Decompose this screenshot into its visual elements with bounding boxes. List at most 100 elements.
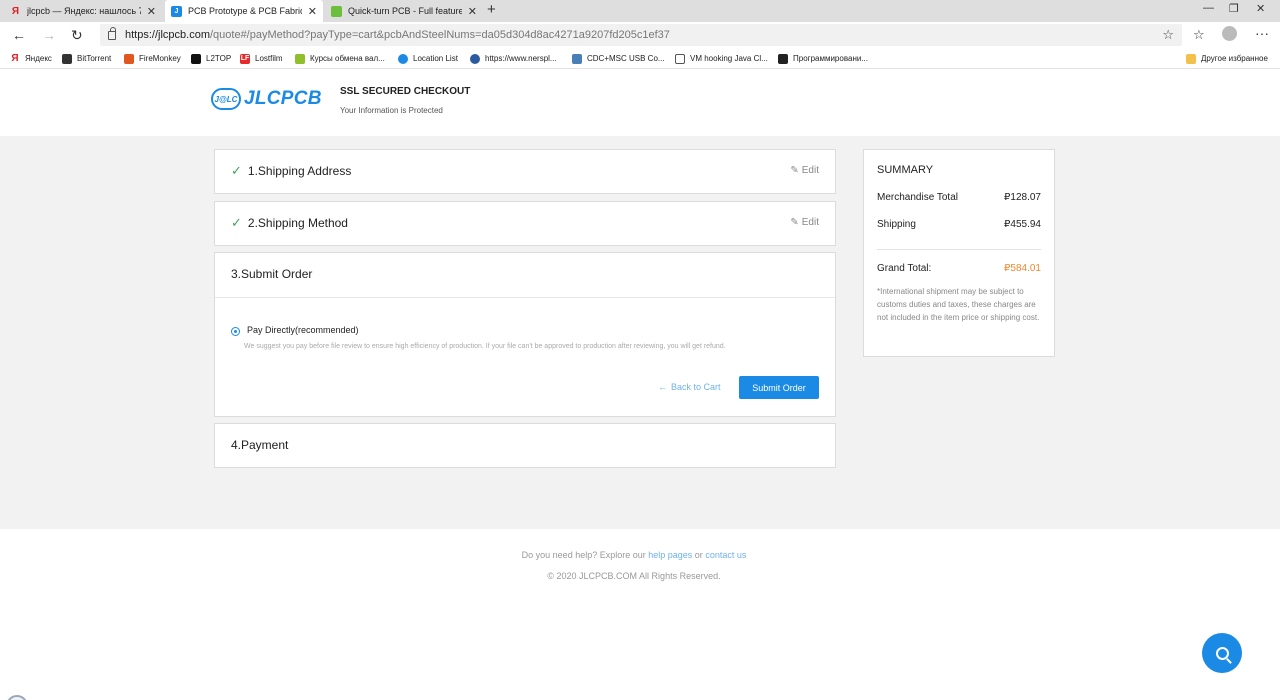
bookmark-label: L2TOP (206, 54, 232, 63)
avatar[interactable] (6, 695, 28, 700)
help-search-button[interactable] (1202, 633, 1242, 673)
folder-icon (1186, 53, 1196, 64)
tab-jlcpcb[interactable]: J PCB Prototype & PCB Fabrication ✕ (165, 0, 323, 22)
step-payment: 4.Payment (214, 423, 836, 468)
restore-icon[interactable]: ❐ (1229, 2, 1239, 15)
bookmark-nerspl[interactable]: https://www.nerspl... (470, 52, 557, 65)
bookmark-label: Другое избранное (1201, 54, 1268, 63)
merchandise-total-label: Merchandise Total (877, 192, 958, 203)
logo-mark: J@LC (211, 88, 241, 110)
tab-title: PCB Prototype & PCB Fabrication (188, 6, 302, 16)
refresh-icon[interactable]: ↻ (71, 27, 83, 44)
favorites-icon[interactable]: ☆ (1193, 27, 1205, 43)
bookmark-firemonkey[interactable]: FireMonkey (124, 52, 181, 65)
copyright: © 2020 JLCPCB.COM All Rights Reserved. (547, 571, 721, 581)
pencil-icon: ✎ (790, 217, 799, 228)
summary-divider (877, 249, 1041, 250)
l2top-icon (191, 53, 201, 64)
new-tab-icon[interactable]: + (487, 1, 496, 18)
bookmark-yandex[interactable]: Я Яндекс (10, 52, 52, 65)
profile-avatar-icon[interactable] (1222, 26, 1237, 41)
grand-total-value: ₽584.01 (1004, 263, 1041, 274)
tab-quick-turn-pcb[interactable]: Quick-turn PCB - Full feature cu ✕ (325, 0, 483, 22)
bittorrent-icon (62, 53, 72, 64)
more-menu-icon[interactable]: ··· (1255, 25, 1269, 41)
back-to-cart-label: Back to Cart (671, 382, 721, 392)
bookmark-vm-hooking[interactable]: VM hooking Java Cl... (675, 52, 768, 65)
help-or: or (692, 550, 706, 560)
step-header: 3.Submit Order (231, 253, 312, 295)
help-text: Do you need help? Explore our help pages… (0, 550, 1268, 560)
merchandise-total-value: ₽128.07 (1004, 192, 1041, 203)
lock-icon (108, 26, 116, 40)
site-footer: Do you need help? Explore our help pages… (0, 529, 1280, 700)
url-host: https://jlcpcb.com (125, 29, 210, 41)
help-pages-link[interactable]: help pages (648, 550, 692, 560)
close-icon[interactable]: ✕ (468, 5, 477, 18)
edit-shipping-address-button[interactable]: ✎ Edit (790, 165, 819, 176)
bookmark-programming[interactable]: Программировани... (778, 52, 868, 65)
checkmark-icon: ✓ (231, 163, 242, 178)
bookmark-label: CDC+MSC USB Co... (587, 54, 665, 63)
pay-directly-label[interactable]: Pay Directly(recommended) (247, 325, 359, 335)
ssl-title: SSL SECURED CHECKOUT (340, 86, 471, 97)
window-close-icon[interactable]: ✕ (1256, 2, 1265, 15)
grand-total-row: Grand Total: ₽584.01 (877, 263, 1041, 274)
shipping-label: Shipping (877, 219, 916, 230)
help-prefix: Do you need help? Explore our (521, 550, 649, 560)
bookmark-usb[interactable]: CDC+MSC USB Co... (572, 52, 665, 65)
summary-title: SUMMARY (877, 164, 934, 176)
step-title: 1.Shipping Address (247, 164, 352, 178)
order-summary: SUMMARY Merchandise Total ₽128.07 Shippi… (863, 149, 1055, 357)
ssl-subtitle: Your Information is Protected (340, 106, 443, 115)
close-icon[interactable]: ✕ (147, 5, 156, 18)
yandex-icon: Я (11, 5, 20, 17)
shipping-value: ₽455.94 (1004, 219, 1041, 230)
jlcpcb-logo[interactable]: J@LC JLCPCB (211, 88, 322, 110)
page-icon (675, 53, 685, 64)
submit-order-button[interactable]: Submit Order (739, 376, 819, 399)
bookmark-l2top[interactable]: L2TOP (191, 52, 231, 65)
prog-icon (778, 53, 788, 64)
firemonkey-icon (124, 53, 134, 64)
star-icon[interactable]: ☆ (1162, 27, 1174, 43)
step-header: 4.Payment (231, 424, 288, 466)
url-field[interactable]: https://jlcpcb.com/quote#/payMethod?payT… (100, 24, 1182, 46)
divider (215, 297, 835, 298)
logo-text: JLCPCB (244, 88, 322, 109)
edit-shipping-method-button[interactable]: ✎ Edit (790, 217, 819, 228)
browser-tab-bar: Я jlcpcb — Яндекс: нашлось 7 тыс ✕ J PCB… (0, 0, 1280, 22)
bookmark-label: https://www.nerspl... (485, 54, 557, 63)
bookmark-currency[interactable]: Курсы обмена вал... (295, 52, 385, 65)
bookmark-label: Location List (413, 54, 458, 63)
bookmark-label: Программировани... (793, 54, 868, 63)
location-icon (398, 53, 408, 64)
shipping-row: Shipping ₽455.94 (877, 219, 1041, 230)
step-header: ✓ 1.Shipping Address (231, 150, 351, 192)
close-icon[interactable]: ✕ (308, 5, 317, 18)
contact-us-link[interactable]: contact us (705, 550, 746, 560)
back-arrow-icon[interactable]: ← (12, 27, 26, 43)
pay-directly-radio[interactable] (231, 327, 240, 336)
step-submit-order: 3.Submit Order Pay Directly(recommended)… (214, 252, 836, 417)
green-pcb-icon (331, 5, 342, 17)
tab-yandex-search[interactable]: Я jlcpcb — Яндекс: нашлось 7 тыс ✕ (4, 0, 162, 22)
tab-title: jlcpcb — Яндекс: нашлось 7 тыс (27, 6, 141, 16)
forward-arrow-icon[interactable]: → (42, 27, 56, 43)
step-shipping-method: ✓ 2.Shipping Method ✎ Edit (214, 201, 836, 246)
grand-total-label: Grand Total: (877, 263, 932, 274)
bookmark-label: FireMonkey (139, 54, 181, 63)
bookmark-label: Lostfilm (255, 54, 283, 63)
shipment-note: *International shipment may be subject t… (877, 287, 1040, 322)
bookmark-lostfilm[interactable]: LF Lostfilm (240, 52, 283, 65)
pencil-icon: ✎ (790, 165, 799, 176)
nerspl-icon (470, 53, 480, 64)
bookmark-location-list[interactable]: Location List (398, 52, 458, 65)
bookmark-bittorrent[interactable]: BitTorrent (62, 52, 111, 65)
bookmark-other-folder[interactable]: Другое избранное (1186, 52, 1268, 65)
step-title: 3.Submit Order (231, 267, 313, 281)
checkout-main: ✓ 1.Shipping Address ✎ Edit ✓ 2.Shipping… (0, 136, 1280, 529)
minimize-icon[interactable]: — (1203, 2, 1214, 14)
back-to-cart-link[interactable]: ← Back to Cart (658, 382, 721, 392)
edit-label: Edit (801, 217, 819, 228)
